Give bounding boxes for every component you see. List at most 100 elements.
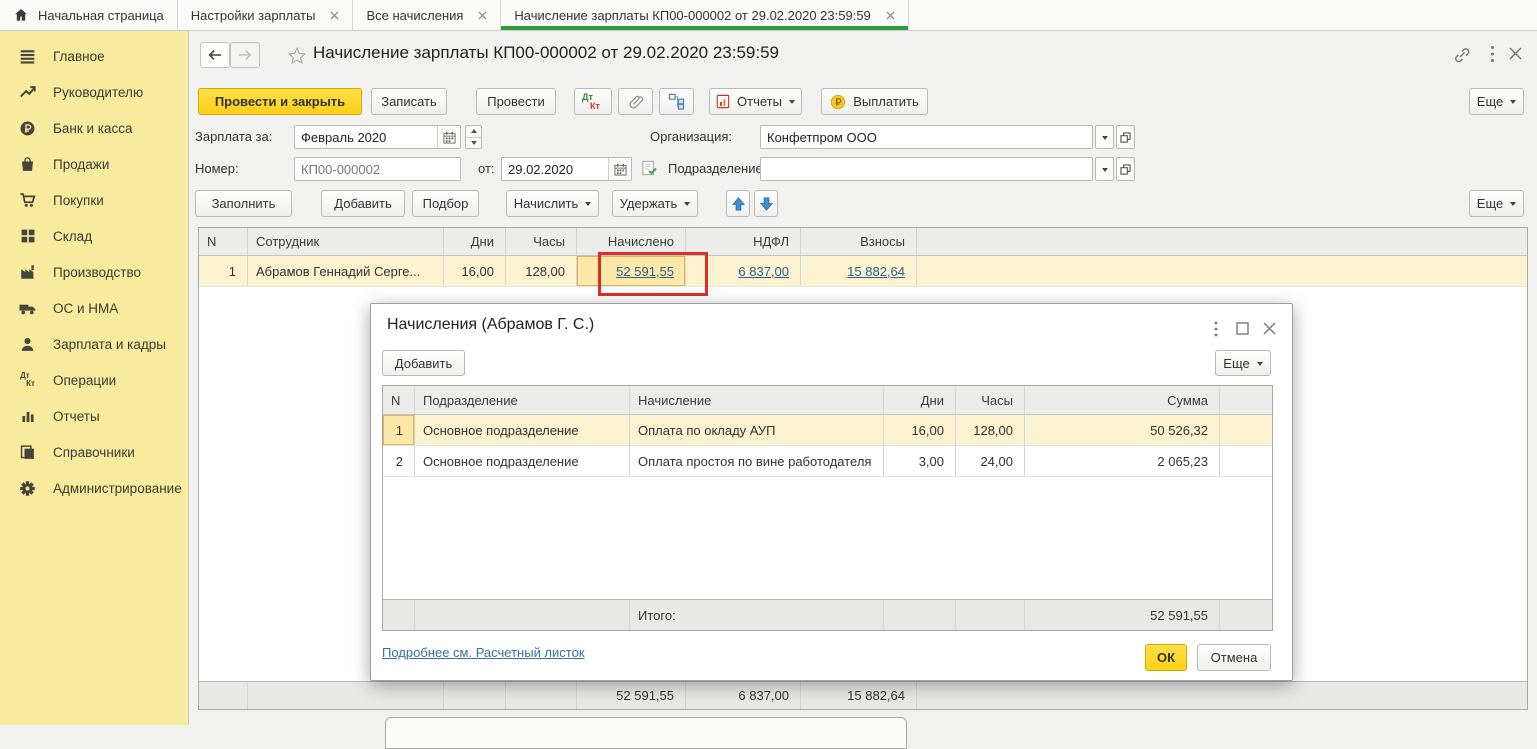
stepper-down-button[interactable] [466, 138, 481, 149]
table-empty-area [383, 477, 1272, 599]
department-dropdown-button[interactable] [1095, 157, 1114, 181]
fill-button[interactable]: Заполнить [195, 190, 292, 217]
modal-kebab-icon[interactable] [1214, 321, 1218, 337]
reports-button[interactable]: Отчеты [709, 88, 802, 115]
payslip-link[interactable]: Подробнее см. Расчетный листок [382, 645, 585, 660]
pick-button[interactable]: Подбор [412, 190, 479, 217]
back-button[interactable] [200, 42, 230, 68]
calendar-icon[interactable] [437, 126, 460, 148]
sidebar-item-directories[interactable]: Справочники [0, 434, 188, 470]
table-row[interactable]: 1 Абрамов Геннадий Серге... 16,00 128,00… [199, 256, 1527, 287]
col-accrued[interactable]: Начислено [577, 228, 686, 255]
date-input[interactable] [502, 158, 608, 180]
col-days[interactable]: Дни [884, 386, 956, 414]
tab-close-icon[interactable] [478, 11, 487, 20]
ndfl-link[interactable]: 6 837,00 [738, 264, 789, 279]
sidebar-item-warehouse[interactable]: Склад [0, 218, 188, 254]
modal-close-icon[interactable] [1263, 322, 1276, 335]
employees-table-totals: 52 591,55 6 837,00 15 882,64 [199, 681, 1527, 709]
col-n[interactable]: N [199, 228, 248, 255]
ruble-coin-icon [830, 94, 846, 110]
col-employee[interactable]: Сотрудник [248, 228, 444, 255]
dropdown-arrow-icon [1510, 202, 1516, 206]
employee-name[interactable]: Абрамов Геннадий Серге... [248, 256, 444, 286]
sidebar-item-salary-hr[interactable]: Зарплата и кадры [0, 326, 188, 362]
col-n[interactable]: N [383, 386, 415, 414]
number-input[interactable] [295, 158, 460, 180]
contributions-link[interactable]: 15 882,64 [847, 264, 905, 279]
table-row[interactable]: 2 Основное подразделение Оплата простоя … [383, 446, 1272, 477]
sidebar-item-label: Банк и касса [53, 121, 133, 136]
save-button[interactable]: Записать [371, 88, 447, 115]
kebab-menu-icon[interactable] [1490, 45, 1495, 63]
move-up-button[interactable] [726, 190, 750, 217]
organization-open-button[interactable] [1116, 125, 1135, 149]
tab-all-accruals[interactable]: Все начисления [353, 0, 501, 30]
col-days[interactable]: Дни [444, 228, 506, 255]
accrued-cell[interactable]: 52 591,55 [577, 256, 686, 286]
comment-box[interactable] [385, 717, 907, 749]
organization-dropdown-button[interactable] [1095, 125, 1114, 149]
tab-close-icon[interactable] [886, 11, 895, 20]
department-open-button[interactable] [1116, 157, 1135, 181]
stepper-up-button[interactable] [466, 126, 481, 138]
modal-more-button[interactable]: Еще [1215, 350, 1271, 376]
col-ndfl[interactable]: НДФЛ [686, 228, 801, 255]
sidebar-item-bank-cash[interactable]: Банк и касса [0, 110, 188, 146]
dropdown-arrow-icon [585, 202, 591, 206]
cancel-button[interactable]: Отмена [1197, 644, 1271, 671]
sidebar-item-purchases[interactable]: Покупки [0, 182, 188, 218]
sidebar-item-fixed-assets[interactable]: ОС и НМА [0, 290, 188, 326]
post-button[interactable]: Провести [476, 88, 556, 115]
sidebar-item-label: Покупки [53, 193, 104, 208]
move-down-button[interactable] [754, 190, 778, 217]
sidebar-item-production[interactable]: Производство [0, 254, 188, 290]
salary-period-input[interactable] [295, 126, 437, 148]
col-accrual[interactable]: Начисление [630, 386, 884, 414]
attachments-button[interactable] [618, 88, 653, 115]
bag-icon [17, 156, 38, 173]
link-icon[interactable] [1453, 46, 1471, 64]
post-and-close-button[interactable]: Провести и закрыть [198, 88, 362, 115]
forward-button[interactable] [230, 42, 260, 68]
col-department[interactable]: Подразделение [415, 386, 630, 414]
accrue-button[interactable]: Начислить [506, 190, 599, 217]
sidebar-item-sales[interactable]: Продажи [0, 146, 188, 182]
sidebar-item-manager[interactable]: Руководителю [0, 74, 188, 110]
table-row[interactable]: 1 Основное подразделение Оплата по оклад… [383, 415, 1272, 446]
page-title: Начисление зарплаты КП00-000002 от 29.02… [313, 43, 779, 63]
tab-home[interactable]: Начальная страница [0, 0, 178, 30]
tab-salary-settings[interactable]: Настройки зарплаты [178, 0, 354, 30]
sidebar-item-main[interactable]: Главное [0, 38, 188, 74]
favorite-star-icon[interactable] [288, 47, 306, 64]
calendar-icon[interactable] [608, 158, 631, 180]
tab-salary-accrual-document[interactable]: Начисление зарплаты КП00-000002 от 29.02… [501, 0, 908, 30]
sidebar-item-label: Отчеты [53, 409, 100, 424]
accrued-link[interactable]: 52 591,55 [616, 264, 674, 279]
col-contributions[interactable]: Взносы [801, 228, 917, 255]
ok-button[interactable]: ОК [1145, 644, 1187, 671]
tab-close-icon[interactable] [330, 11, 339, 20]
modal-maximize-icon[interactable] [1236, 322, 1249, 335]
sidebar-item-reports[interactable]: Отчеты [0, 398, 188, 434]
col-hours[interactable]: Часы [956, 386, 1025, 414]
more-button-top[interactable]: Еще [1469, 88, 1524, 115]
pay-button[interactable]: Выплатить [821, 88, 928, 115]
organization-input[interactable] [761, 126, 1092, 148]
modal-add-button[interactable]: Добавить [382, 350, 465, 376]
col-hours[interactable]: Часы [506, 228, 577, 255]
add-button[interactable]: Добавить [321, 190, 405, 217]
more-button-table[interactable]: Еще [1469, 190, 1524, 217]
dtkt-button[interactable]: ДтКт [574, 88, 612, 115]
close-icon[interactable] [1508, 46, 1523, 61]
dropdown-arrow-icon [684, 202, 690, 206]
col-sum[interactable]: Сумма [1025, 386, 1220, 414]
sidebar-item-administration[interactable]: Администрирование [0, 470, 188, 506]
department-input[interactable] [761, 158, 1092, 180]
withhold-button[interactable]: Удержать [612, 190, 698, 217]
sidebar-item-operations[interactable]: Дт Кт Операции [0, 362, 188, 398]
structure-button[interactable] [659, 88, 694, 115]
accruals-table-totals: Итого: 52 591,55 [383, 599, 1272, 630]
document-check-icon[interactable] [641, 160, 658, 177]
row-number-cell[interactable]: 1 [383, 415, 415, 445]
